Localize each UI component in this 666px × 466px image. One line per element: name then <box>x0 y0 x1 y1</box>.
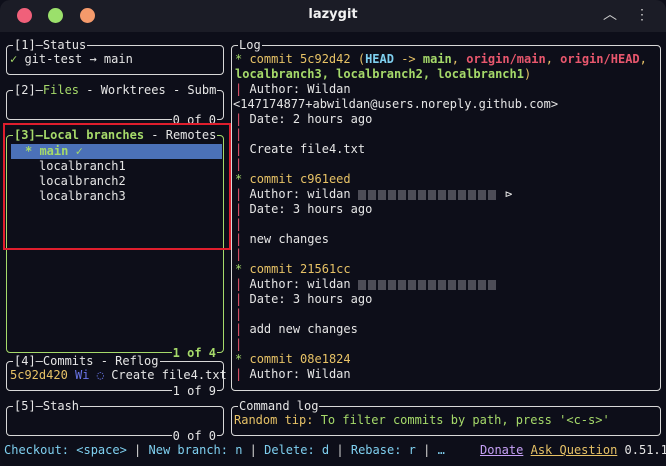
random-tip: Random tip: To filter commits by path, p… <box>234 413 610 427</box>
more-options-icon[interactable]: ⋮ <box>632 5 652 25</box>
title-bar: lazygit ︿ ⋮ <box>0 0 666 32</box>
log-message-1: | Create file4.txt <box>235 142 366 156</box>
commit-status-icon: ◌ <box>96 368 104 382</box>
bottom-right-links: Donate Ask Question 0.51.1 <box>480 441 666 459</box>
log-email-1: <147174877+abwildan@users.noreply.github… <box>233 97 559 111</box>
log-commit-header-2: * commit c961eed <box>235 172 351 186</box>
status-line: ✓ git-test → main <box>10 52 133 67</box>
log-message-2: | new changes <box>235 232 329 246</box>
log-commit-header-3: * commit 21561cc <box>235 262 351 276</box>
keybinding-bar: Checkout: <space> | New branch: n | Dele… <box>4 441 666 459</box>
commits-panel[interactable]: [4]—Commits - Reflog 5c92d420 Wi ◌ Creat… <box>6 353 227 398</box>
commit-message: Create file4.txt <box>111 368 227 382</box>
log-author-1: | Author: Wildan <box>235 82 351 96</box>
status-panel[interactable]: [1]—Status ✓ git-test → main <box>6 37 224 75</box>
commit-hash: 5c92d420 <box>10 368 68 382</box>
log-date-2: | Date: 3 hours ago <box>235 202 373 216</box>
log-author-2: | Author: wildan ⊳ <box>235 187 513 201</box>
highlight-box <box>3 123 231 250</box>
log-date-1: | Date: 2 hours ago <box>235 112 373 126</box>
stash-panel[interactable]: [5]—Stash 0 of 0 <box>6 398 224 443</box>
delete-hint[interactable]: Delete: d <box>264 443 329 457</box>
log-panel-title: Log <box>238 37 262 53</box>
log-message-3: | add new changes <box>235 322 358 336</box>
commits-count: 1 of 9 <box>171 384 217 398</box>
rebase-hint[interactable]: Rebase: r <box>351 443 416 457</box>
window-title: lazygit <box>308 7 358 22</box>
tab-worktrees-submodules[interactable]: - Worktrees - Subm <box>79 83 216 97</box>
log-commit-refs-1: localbranch3, localbranch2, localbranch1… <box>235 67 532 81</box>
log-date-3: | Date: 3 hours ago <box>235 292 373 306</box>
more-hints[interactable]: … <box>438 443 445 457</box>
donate-link[interactable]: Donate <box>480 443 523 457</box>
log-author-4: | Author: Wildan <box>235 367 351 381</box>
stash-panel-title: [5]—Stash <box>13 398 81 414</box>
tab-files[interactable]: Files <box>43 83 79 97</box>
files-panel[interactable]: [2]—Files - Worktrees - Subm 0 of 0 <box>6 82 224 127</box>
commit-row[interactable]: 5c92d420 Wi ◌ Create file4.txt <box>10 368 227 383</box>
new-branch-hint[interactable]: New branch: n <box>149 443 243 457</box>
commit-author-initials: Wi <box>75 368 90 382</box>
version-label: 0.51.1 <box>624 443 666 457</box>
checkout-hint[interactable]: Checkout: <space> <box>4 443 127 457</box>
log-commit-header-4: * commit 08e1824 <box>235 352 351 366</box>
log-panel[interactable]: Log * commit 5c92d42 (HEAD -> main, orig… <box>231 37 661 391</box>
command-log-panel[interactable]: Command log Random tip: To filter commit… <box>231 398 661 436</box>
lazygit-window: lazygit ︿ ⋮ [1]—Status ✓ git-test → main… <box>0 0 666 466</box>
ask-question-link[interactable]: Ask Question <box>531 443 618 457</box>
command-log-title: Command log <box>238 398 320 414</box>
branches-count: 1 of 4 <box>171 346 217 360</box>
repo-branch-text: git-test → main <box>17 52 133 66</box>
status-panel-title: [1]—Status <box>13 37 88 53</box>
commits-panel-title: [4]—Commits - Reflog <box>13 353 160 369</box>
files-panel-title: [2]—Files - Worktrees - Subm <box>13 82 218 98</box>
chevron-up-icon[interactable]: ︿ <box>600 5 620 25</box>
log-commit-header-1: * commit 5c92d42 (HEAD -> main, origin/m… <box>235 52 647 66</box>
log-author-3: | Author: wildan <box>235 277 498 292</box>
